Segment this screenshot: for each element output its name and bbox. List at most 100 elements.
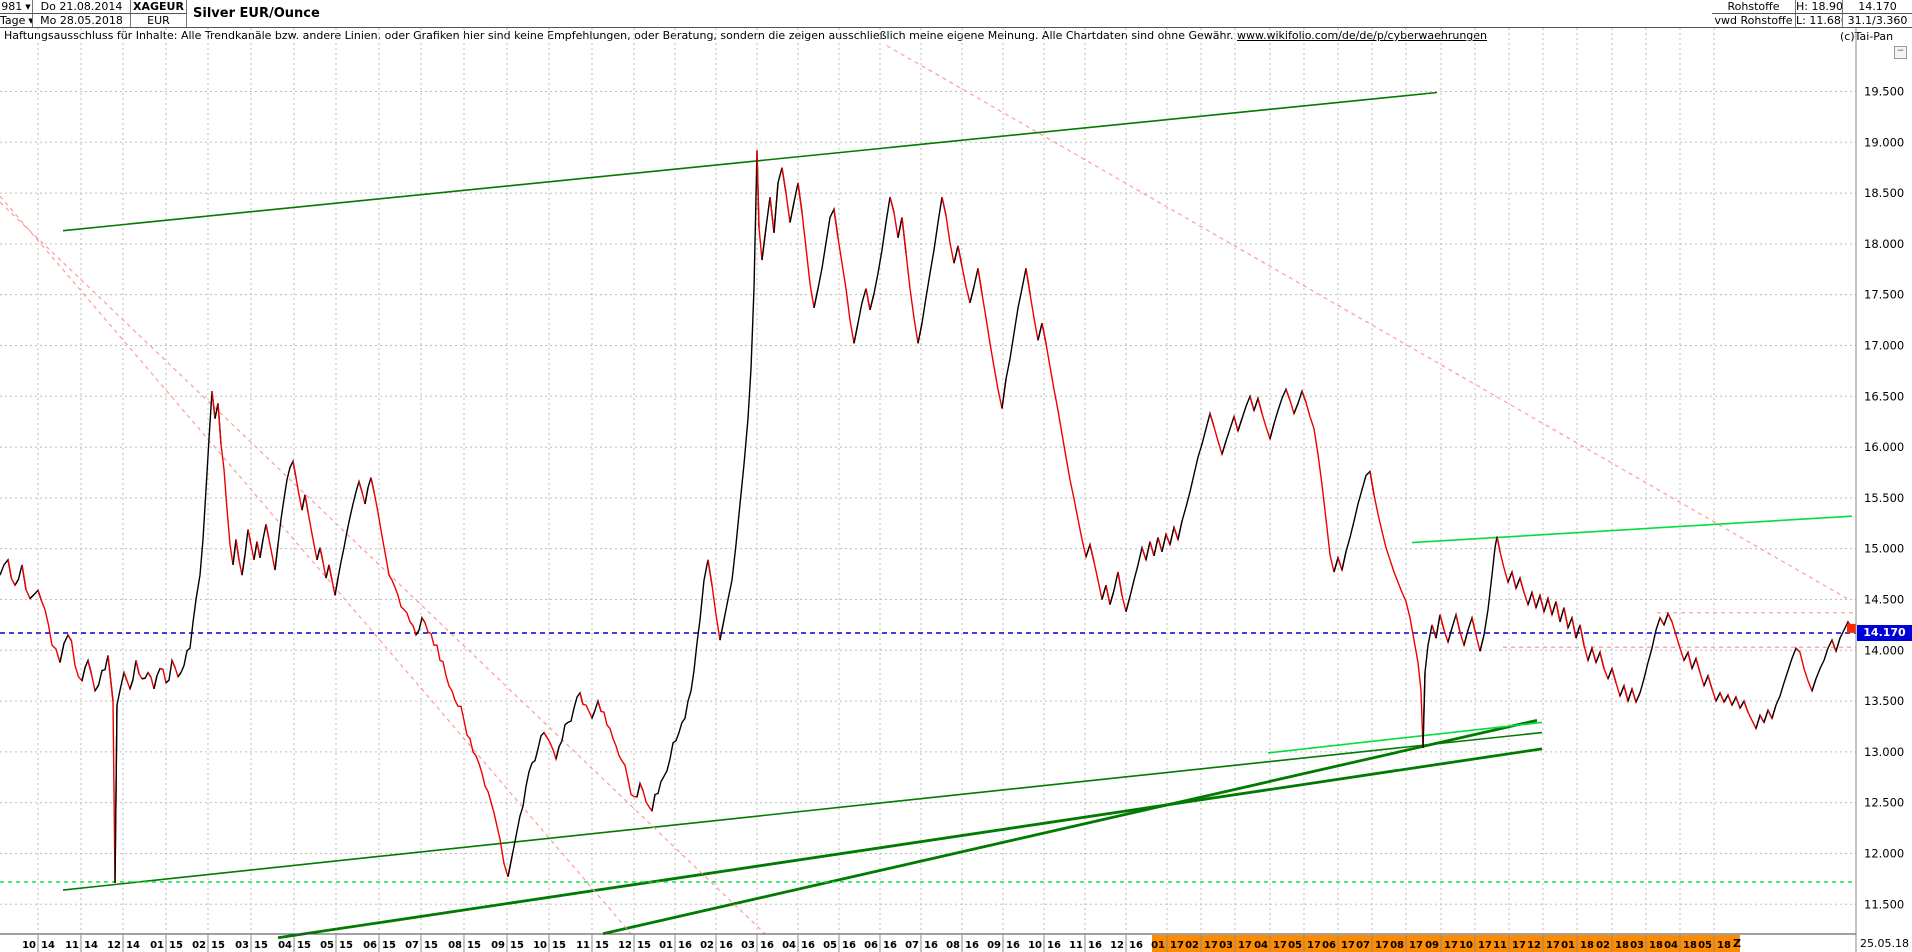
y-axis-label: 13.500 — [1864, 694, 1904, 708]
trendline-rising-support-steep — [603, 720, 1537, 933]
x-axis-month-label: 10 — [1459, 940, 1473, 951]
x-axis-year-label: 16 — [1088, 940, 1102, 951]
x-axis-month-label: 05 — [320, 940, 334, 951]
x-axis-year-label: 15 — [424, 940, 438, 951]
x-axis-month-label: 09 — [491, 940, 505, 951]
y-axis-label: 15.000 — [1864, 542, 1904, 556]
x-axis-month-label: 01 — [150, 940, 164, 951]
x-axis-month-label: 10 — [22, 940, 36, 951]
price-series-segment — [1520, 578, 1532, 605]
x-axis-year-label: 17 — [1238, 940, 1252, 951]
x-axis-month-label: 03 — [1630, 940, 1644, 951]
x-axis-month-label: 12 — [1110, 940, 1124, 951]
x-axis-year-label: 18 — [1717, 940, 1731, 951]
price-series-segment — [1772, 648, 1800, 718]
current-price-tag: 14.170 — [1857, 625, 1912, 641]
price-chart-canvas: 19.50019.00018.50018.00017.50017.00016.5… — [0, 0, 1912, 952]
price-series-segment — [1302, 391, 1338, 572]
x-axis-month-label: 11 — [576, 940, 590, 951]
x-axis-month-label: 05 — [1288, 940, 1302, 951]
trendline-rising-resistance-upper — [63, 92, 1437, 230]
x-axis-month-label: 01 — [1561, 940, 1575, 951]
x-axis-month-label: 03 — [741, 940, 755, 951]
price-series-segment — [1472, 618, 1484, 652]
trendline-rising-support-thick — [278, 749, 1542, 938]
x-axis-year-label: 14 — [84, 940, 98, 951]
y-axis-label: 12.000 — [1864, 846, 1904, 860]
price-series-segment — [248, 529, 257, 559]
x-axis-month-label: 06 — [1322, 940, 1336, 951]
x-axis-year-label: 16 — [965, 940, 979, 951]
x-axis-year-label: 16 — [1047, 940, 1061, 951]
x-axis-month-label: 06 — [864, 940, 878, 951]
price-series-segment — [834, 209, 858, 343]
price-series-segment — [762, 197, 774, 260]
x-axis-year-label: 18 — [1615, 940, 1629, 951]
price-series-segment — [1342, 472, 1374, 571]
price-series-segment — [652, 560, 712, 811]
x-axis-year-label: 16 — [1129, 940, 1143, 951]
x-axis-year-label: 17 — [1512, 940, 1526, 951]
price-series-segment — [22, 565, 34, 599]
price-series-segment — [178, 391, 215, 677]
price-series-segment — [1126, 548, 1146, 612]
price-series-segment — [275, 461, 296, 570]
price-series-segment — [68, 635, 85, 681]
price-series-segment — [814, 209, 838, 308]
price-series-segment — [1796, 648, 1816, 691]
price-series-segment — [1002, 268, 1030, 408]
x-axis-month-label: 04 — [782, 940, 796, 951]
x-axis-month-label: 08 — [946, 940, 960, 951]
x-axis-year-label: 15 — [637, 940, 651, 951]
x-axis-year-label: 17 — [1204, 940, 1218, 951]
x-axis-month-label: 04 — [278, 940, 292, 951]
x-axis-year-label: 17 — [1409, 940, 1423, 951]
x-axis-month-label: 02 — [192, 940, 206, 951]
x-axis-year-label: 15 — [254, 940, 268, 951]
price-series-segment — [1286, 389, 1298, 413]
x-axis-month-label: 11 — [1493, 940, 1507, 951]
x-axis-month-label: 01 — [1151, 940, 1165, 951]
price-series-segment — [978, 268, 1006, 408]
y-axis-label: 18.500 — [1864, 186, 1904, 200]
x-axis-year-label: 17 — [1170, 940, 1184, 951]
y-axis-label: 17.500 — [1864, 288, 1904, 302]
x-axis-year-label: 18 — [1649, 940, 1663, 951]
x-axis-year-label: 15 — [552, 940, 566, 951]
price-series-segment — [592, 701, 601, 718]
price-series-segment — [798, 183, 818, 308]
x-axis-year-label: 15 — [382, 940, 396, 951]
x-axis-year-label: 16 — [719, 940, 733, 951]
x-axis-year-label: 16 — [1006, 940, 1020, 951]
x-axis-month-label: 07 — [405, 940, 419, 951]
price-series-segment — [335, 482, 362, 596]
x-axis-month-label: 01 — [659, 940, 673, 951]
x-axis-year-label: 18 — [1580, 940, 1594, 951]
price-series-segment — [136, 660, 145, 678]
price-series-segment — [329, 565, 338, 596]
x-axis-year-label: 17 — [1341, 940, 1355, 951]
x-axis-year-label: 16 — [760, 940, 774, 951]
price-series-segment — [720, 150, 759, 640]
x-axis-month-label: 03 — [235, 940, 249, 951]
x-axis-month-label: 06 — [363, 940, 377, 951]
trendline-falling-red-3 — [887, 46, 1847, 599]
y-axis-label: 15.500 — [1864, 491, 1904, 505]
x-axis-month-label: 03 — [1219, 940, 1233, 951]
x-axis-month-label: 11 — [1069, 940, 1083, 951]
price-series-segment — [1756, 715, 1764, 728]
x-axis-month-label: 11 — [65, 940, 79, 951]
price-series-segment — [1456, 615, 1468, 646]
trendline-falling-red-1 — [0, 196, 631, 934]
x-axis-month-label: 05 — [1698, 940, 1712, 951]
price-series-segment — [1178, 414, 1214, 540]
x-axis-year-label: 17 — [1478, 940, 1492, 951]
y-axis-label: 16.500 — [1864, 389, 1904, 403]
x-axis-month-label: 02 — [1596, 940, 1610, 951]
x-axis-year-label: 17 — [1273, 940, 1287, 951]
price-series-segment — [371, 478, 419, 635]
price-series-segment — [38, 590, 64, 662]
price-series-segment — [1480, 537, 1500, 652]
price-series-segment — [1564, 608, 1572, 628]
y-axis-label: 14.500 — [1864, 592, 1904, 606]
